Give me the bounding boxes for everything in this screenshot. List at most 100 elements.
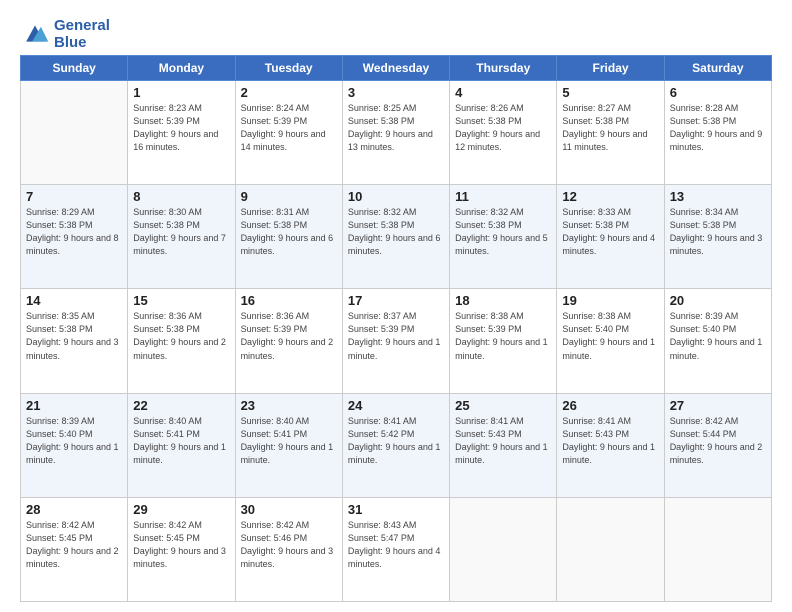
- day-info: Sunrise: 8:30 AMSunset: 5:38 PMDaylight:…: [133, 206, 229, 258]
- calendar-cell: 19 Sunrise: 8:38 AMSunset: 5:40 PMDayligh…: [557, 289, 664, 393]
- day-info: Sunrise: 8:42 AMSunset: 5:45 PMDaylight:…: [133, 519, 229, 571]
- day-info: Sunrise: 8:23 AMSunset: 5:39 PMDaylight:…: [133, 102, 229, 154]
- calendar-week-row: 7Sunrise: 8:29 AMSunset: 5:38 PMDaylight…: [21, 185, 772, 289]
- day-number: 26: [562, 398, 658, 413]
- day-number: 1: [133, 85, 229, 100]
- calendar-cell: 10Sunrise: 8:32 AMSunset: 5:38 PMDayligh…: [342, 185, 449, 289]
- day-info: Sunrise: 8:37 AMSunset: 5:39 PMDaylight:…: [348, 310, 444, 362]
- calendar-cell: 30Sunrise: 8:42 AMSunset: 5:46 PMDayligh…: [235, 497, 342, 601]
- day-info: Sunrise: 8:42 AMSunset: 5:45 PMDaylight:…: [26, 519, 122, 571]
- day-number: 14: [26, 293, 122, 308]
- day-number: 25: [455, 398, 551, 413]
- calendar-cell: 3 Sunrise: 8:25 AMSunset: 5:38 PMDaylight…: [342, 81, 449, 185]
- column-header-thursday: Thursday: [450, 56, 557, 81]
- header: General Blue: [20, 18, 772, 51]
- day-info: Sunrise: 8:36 AMSunset: 5:38 PMDaylight:…: [133, 310, 229, 362]
- calendar-cell: 23 Sunrise: 8:40 AMSunset: 5:41 PMDayligh…: [235, 393, 342, 497]
- day-info: Sunrise: 8:41 AMSunset: 5:43 PMDaylight:…: [562, 415, 658, 467]
- calendar-header-row: SundayMondayTuesdayWednesdayThursdayFrid…: [21, 56, 772, 81]
- calendar-cell: 12 Sunrise: 8:33 AMSunset: 5:38 PMDayligh…: [557, 185, 664, 289]
- day-info: Sunrise: 8:38 AMSunset: 5:40 PMDaylight:…: [562, 310, 658, 362]
- calendar-cell: 11Sunrise: 8:32 AMSunset: 5:38 PMDayligh…: [450, 185, 557, 289]
- day-number: 5: [562, 85, 658, 100]
- calendar-cell: 25Sunrise: 8:41 AMSunset: 5:43 PMDayligh…: [450, 393, 557, 497]
- day-info: Sunrise: 8:32 AMSunset: 5:38 PMDaylight:…: [455, 206, 551, 258]
- day-number: 20: [670, 293, 766, 308]
- day-info: Sunrise: 8:39 AMSunset: 5:40 PMDaylight:…: [670, 310, 766, 362]
- calendar-cell: [21, 81, 128, 185]
- calendar-cell: [664, 497, 771, 601]
- day-number: 16: [241, 293, 337, 308]
- column-header-tuesday: Tuesday: [235, 56, 342, 81]
- day-info: Sunrise: 8:38 AMSunset: 5:39 PMDaylight:…: [455, 310, 551, 362]
- calendar-cell: 8 Sunrise: 8:30 AMSunset: 5:38 PMDaylight…: [128, 185, 235, 289]
- day-number: 9: [241, 189, 337, 204]
- day-number: 2: [241, 85, 337, 100]
- day-info: Sunrise: 8:42 AMSunset: 5:46 PMDaylight:…: [241, 519, 337, 571]
- calendar-cell: 14 Sunrise: 8:35 AMSunset: 5:38 PMDayligh…: [21, 289, 128, 393]
- calendar-cell: 31 Sunrise: 8:43 AMSunset: 5:47 PMDayligh…: [342, 497, 449, 601]
- day-info: Sunrise: 8:26 AMSunset: 5:38 PMDaylight:…: [455, 102, 551, 154]
- calendar-cell: 5 Sunrise: 8:27 AMSunset: 5:38 PMDaylight…: [557, 81, 664, 185]
- day-info: Sunrise: 8:27 AMSunset: 5:38 PMDaylight:…: [562, 102, 658, 154]
- calendar-cell: 6 Sunrise: 8:28 AMSunset: 5:38 PMDaylight…: [664, 81, 771, 185]
- calendar-cell: 16 Sunrise: 8:36 AMSunset: 5:39 PMDayligh…: [235, 289, 342, 393]
- calendar-cell: 24 Sunrise: 8:41 AMSunset: 5:42 PMDayligh…: [342, 393, 449, 497]
- calendar-cell: [557, 497, 664, 601]
- day-number: 23: [241, 398, 337, 413]
- day-info: Sunrise: 8:28 AMSunset: 5:38 PMDaylight:…: [670, 102, 766, 154]
- calendar-cell: 4 Sunrise: 8:26 AMSunset: 5:38 PMDaylight…: [450, 81, 557, 185]
- calendar-cell: 29 Sunrise: 8:42 AMSunset: 5:45 PMDayligh…: [128, 497, 235, 601]
- column-header-saturday: Saturday: [664, 56, 771, 81]
- day-number: 12: [562, 189, 658, 204]
- calendar-cell: 7Sunrise: 8:29 AMSunset: 5:38 PMDaylight…: [21, 185, 128, 289]
- calendar-week-row: 1 Sunrise: 8:23 AMSunset: 5:39 PMDaylight…: [21, 81, 772, 185]
- day-number: 15: [133, 293, 229, 308]
- column-header-friday: Friday: [557, 56, 664, 81]
- calendar-week-row: 14 Sunrise: 8:35 AMSunset: 5:38 PMDayligh…: [21, 289, 772, 393]
- calendar-week-row: 28 Sunrise: 8:42 AMSunset: 5:45 PMDayligh…: [21, 497, 772, 601]
- calendar-cell: 2 Sunrise: 8:24 AMSunset: 5:39 PMDaylight…: [235, 81, 342, 185]
- day-info: Sunrise: 8:34 AMSunset: 5:38 PMDaylight:…: [670, 206, 766, 258]
- day-info: Sunrise: 8:36 AMSunset: 5:39 PMDaylight:…: [241, 310, 337, 362]
- calendar-table: SundayMondayTuesdayWednesdayThursdayFrid…: [20, 55, 772, 602]
- day-number: 8: [133, 189, 229, 204]
- calendar-cell: 1 Sunrise: 8:23 AMSunset: 5:39 PMDaylight…: [128, 81, 235, 185]
- calendar-cell: 28 Sunrise: 8:42 AMSunset: 5:45 PMDayligh…: [21, 497, 128, 601]
- calendar-cell: 15 Sunrise: 8:36 AMSunset: 5:38 PMDayligh…: [128, 289, 235, 393]
- calendar-cell: [450, 497, 557, 601]
- logo: General Blue: [20, 18, 110, 51]
- day-info: Sunrise: 8:25 AMSunset: 5:38 PMDaylight:…: [348, 102, 444, 154]
- day-info: Sunrise: 8:31 AMSunset: 5:38 PMDaylight:…: [241, 206, 337, 258]
- day-info: Sunrise: 8:24 AMSunset: 5:39 PMDaylight:…: [241, 102, 337, 154]
- day-number: 3: [348, 85, 444, 100]
- day-number: 6: [670, 85, 766, 100]
- column-header-wednesday: Wednesday: [342, 56, 449, 81]
- calendar-week-row: 21Sunrise: 8:39 AMSunset: 5:40 PMDayligh…: [21, 393, 772, 497]
- page: General Blue SundayMondayTuesdayWednesda…: [0, 0, 792, 612]
- day-info: Sunrise: 8:40 AMSunset: 5:41 PMDaylight:…: [241, 415, 337, 467]
- day-number: 22: [133, 398, 229, 413]
- day-info: Sunrise: 8:35 AMSunset: 5:38 PMDaylight:…: [26, 310, 122, 362]
- logo-icon: [20, 21, 50, 49]
- calendar-cell: 9 Sunrise: 8:31 AMSunset: 5:38 PMDaylight…: [235, 185, 342, 289]
- day-number: 4: [455, 85, 551, 100]
- day-number: 13: [670, 189, 766, 204]
- day-info: Sunrise: 8:43 AMSunset: 5:47 PMDaylight:…: [348, 519, 444, 571]
- day-number: 18: [455, 293, 551, 308]
- day-info: Sunrise: 8:39 AMSunset: 5:40 PMDaylight:…: [26, 415, 122, 467]
- day-info: Sunrise: 8:33 AMSunset: 5:38 PMDaylight:…: [562, 206, 658, 258]
- day-number: 31: [348, 502, 444, 517]
- day-info: Sunrise: 8:41 AMSunset: 5:42 PMDaylight:…: [348, 415, 444, 467]
- day-number: 24: [348, 398, 444, 413]
- day-number: 7: [26, 189, 122, 204]
- day-info: Sunrise: 8:40 AMSunset: 5:41 PMDaylight:…: [133, 415, 229, 467]
- day-info: Sunrise: 8:32 AMSunset: 5:38 PMDaylight:…: [348, 206, 444, 258]
- calendar-cell: 21Sunrise: 8:39 AMSunset: 5:40 PMDayligh…: [21, 393, 128, 497]
- calendar-cell: 20 Sunrise: 8:39 AMSunset: 5:40 PMDayligh…: [664, 289, 771, 393]
- day-number: 29: [133, 502, 229, 517]
- day-number: 28: [26, 502, 122, 517]
- logo-text: General Blue: [54, 18, 110, 51]
- day-number: 19: [562, 293, 658, 308]
- calendar-cell: 27Sunrise: 8:42 AMSunset: 5:44 PMDayligh…: [664, 393, 771, 497]
